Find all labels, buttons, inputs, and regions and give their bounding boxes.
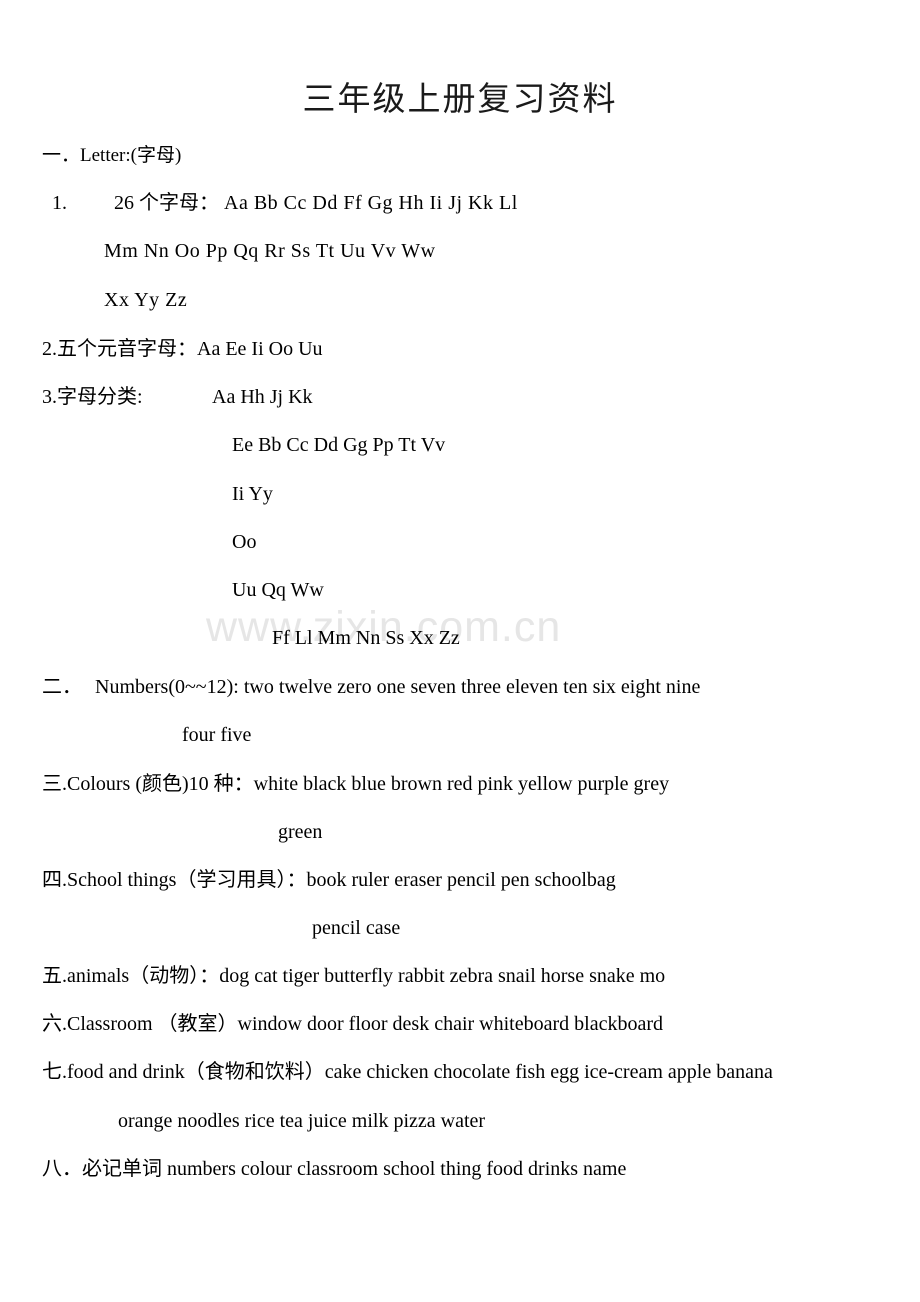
section-food-and-drink-line2: orange noodles rice tea juice milk pizza… [118,1110,486,1132]
alphabet-row-1: Aa Bb Cc Dd Ff Gg Hh Ii Jj Kk Ll [224,192,518,214]
section-school-things-line1: 四.School things（学习用具）：book ruler eraser … [42,869,616,891]
section-numbers-line1: Numbers(0~~12): two twelve zero one seve… [95,676,701,698]
letter-group-5: Uu Qq Ww [232,579,324,601]
letter-item3-label: 3.字母分类: [42,386,143,408]
section-animals-line1: 五.animals（动物）：dog cat tiger butterfly ra… [42,965,666,987]
section-classroom-line1: 六.Classroom （教室）window door floor desk c… [42,1013,663,1035]
section-letter-heading: 一．Letter:(字母) [42,145,182,166]
section-colours-line2: green [278,821,323,843]
letter-item1-label: 1. [52,192,67,214]
letter-group-3: Ii Yy [232,483,273,505]
letter-group-6: Ff Ll Mm Nn Ss Xx Zz [272,627,460,649]
alphabet-row-3: Xx Yy Zz [104,289,188,311]
section-numbers-heading: 二． [42,676,82,698]
page-title: 三年级上册复习资料 [302,82,618,118]
section-numbers-line2: four five [182,724,252,746]
document-page: www.zixin.com.cn 三年级上册复习资料 一．Letter:(字母)… [0,0,920,1302]
alphabet-row-2: Mm Nn Oo Pp Qq Rr Ss Tt Uu Vv Ww [104,240,436,262]
letter-group-1: Aa Hh Jj Kk [212,386,313,408]
letter-group-2: Ee Bb Cc Dd Gg Pp Tt Vv [232,434,446,456]
letter-group-4: Oo [232,531,257,553]
section-school-things-line2: pencil case [312,917,401,939]
section-colours-line1: 三.Colours (颜色)10 种：white black blue brow… [42,773,670,795]
letter-item1-text: 26 个字母： [114,192,219,214]
letter-item2-vowels: 2.五个元音字母：Aa Ee Ii Oo Uu [42,338,323,360]
section-food-and-drink-line1: 七.food and drink（食物和饮料）cake chicken choc… [42,1061,773,1083]
section-must-know-words-line1: 八．必记单词 numbers colour classroom school t… [42,1158,627,1180]
